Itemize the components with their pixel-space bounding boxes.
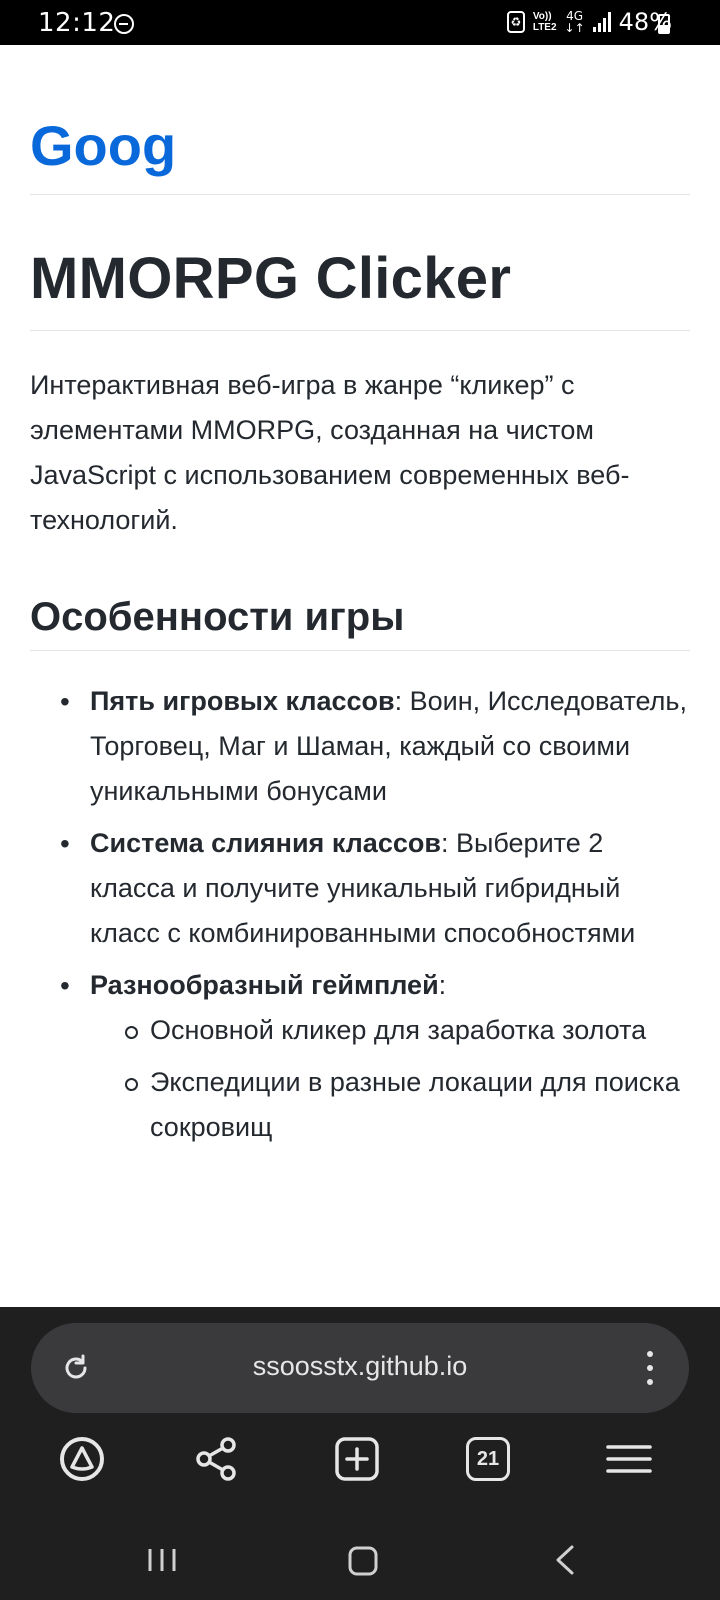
status-bar: 12:12 ♻ Vo)) LTE2 4G ↓↑ 48% (0, 0, 720, 45)
share-icon[interactable] (190, 1431, 246, 1487)
feature-item-title: Пять игровых классов (90, 686, 395, 716)
network-type: 4G ↓↑ (564, 9, 585, 35)
page-title: MMORPG Clicker (30, 246, 512, 311)
battery-icon (658, 14, 670, 34)
recycle-icon: ♻ (506, 11, 525, 33)
sub-feature-item: Основной кликер для заработка золота (90, 1008, 690, 1053)
back-icon (556, 1545, 574, 1575)
feature-list: Пять игровых классов: Воин, Исследовател… (30, 679, 690, 1157)
browser-toolbar: ssoosstx.github.io 21 (0, 1307, 720, 1600)
hamburger-icon[interactable] (602, 1431, 658, 1487)
recents-icon (148, 1549, 176, 1571)
do-not-disturb-icon (114, 14, 134, 34)
tabs-count[interactable]: 21 (466, 1437, 510, 1481)
address-bar[interactable]: ssoosstx.github.io (31, 1323, 689, 1413)
site-logo[interactable]: Goog (30, 113, 176, 178)
sub-feature-item: Экспедиции в разные локации для поиска с… (90, 1060, 690, 1150)
system-navigation-bar (148, 1545, 574, 1576)
feature-item: Пять игровых классов: Воин, Исследовател… (30, 679, 690, 814)
kebab-menu-icon[interactable] (647, 1351, 653, 1385)
volte-top: Vo)) (532, 11, 552, 22)
feature-item-text: : (438, 970, 447, 1000)
volte-bottom: LTE2 (532, 22, 557, 33)
url-text[interactable]: ssoosstx.github.io (31, 1351, 689, 1382)
home-icon (348, 1546, 378, 1576)
feature-item-title: Система слияния классов (90, 828, 441, 858)
network-type-label: 4G (566, 9, 584, 23)
browser-tool-row: 21 (0, 1431, 720, 1503)
divider (30, 330, 690, 331)
status-time: 12:12 (38, 8, 116, 38)
new-tab-icon[interactable] (329, 1431, 385, 1487)
volte-indicator: Vo)) LTE2 (533, 11, 557, 33)
section-title: Особенности игры (30, 595, 405, 639)
divider (30, 650, 690, 651)
tabs-icon[interactable]: 21 (466, 1437, 522, 1493)
divider (30, 194, 690, 195)
feature-item-title: Разнообразный геймплей (90, 970, 439, 1000)
signal-icon (592, 12, 611, 32)
assistant-icon[interactable] (54, 1431, 110, 1487)
sub-feature-list: Основной кликер для заработка золота Экс… (90, 1008, 690, 1150)
status-indicators: ♻ Vo)) LTE2 4G ↓↑ 48% (506, 8, 672, 36)
intro-paragraph: Интерактивная веб-игра в жанре “кликер” … (30, 370, 630, 535)
feature-item: Система слияния классов: Выберите 2 клас… (30, 821, 690, 956)
feature-item: Разнообразный геймплей: Основной кликер … (30, 963, 690, 1150)
